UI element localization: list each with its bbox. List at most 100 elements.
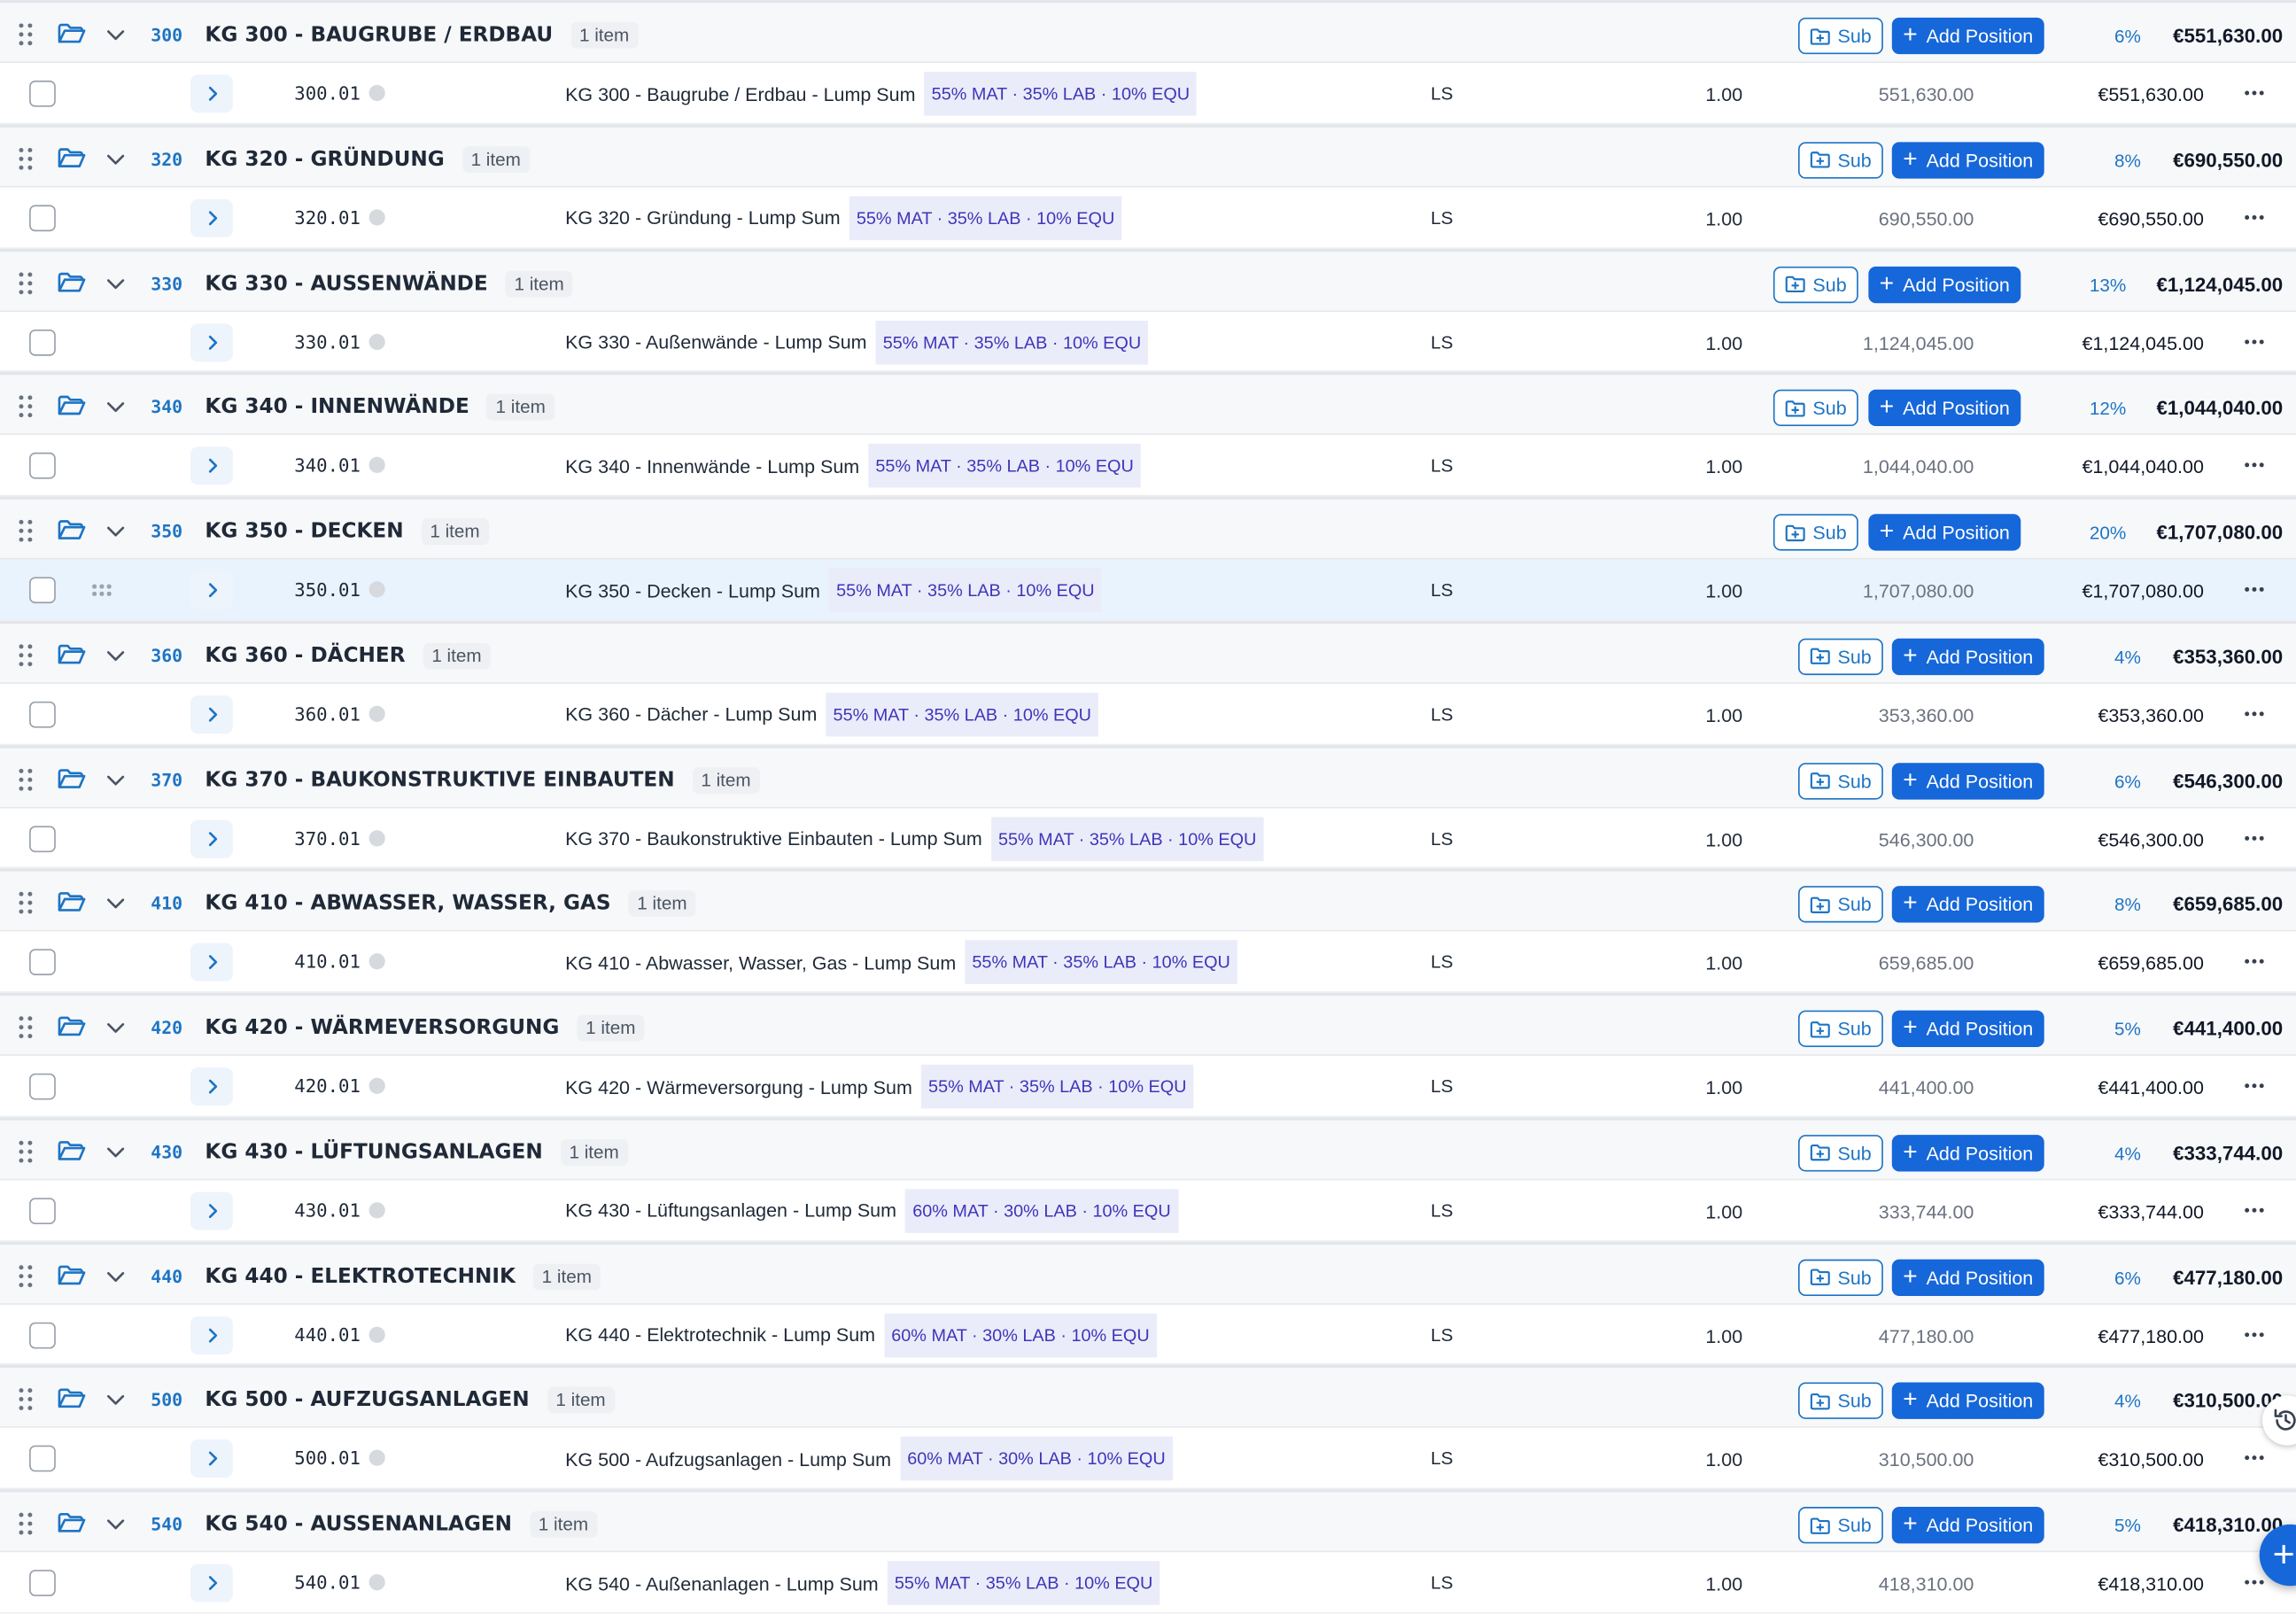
chevron-down-icon[interactable]: [105, 1390, 126, 1408]
drag-handle-icon[interactable]: [16, 1015, 36, 1039]
drag-handle-icon[interactable]: [16, 394, 36, 418]
more-horizontal-icon[interactable]: [2240, 826, 2267, 849]
chevron-down-icon[interactable]: [105, 149, 126, 167]
add-position-button[interactable]: + Add Position: [1891, 1134, 2044, 1172]
drag-handle-icon[interactable]: [16, 1511, 36, 1535]
more-horizontal-icon[interactable]: [2240, 701, 2267, 724]
add-position-button[interactable]: + Add Position: [1891, 1507, 2044, 1544]
chevron-down-icon[interactable]: [105, 646, 126, 663]
row-checkbox[interactable]: [29, 701, 56, 728]
more-horizontal-icon[interactable]: [2240, 950, 2267, 973]
more-horizontal-icon[interactable]: [2240, 453, 2267, 476]
row-checkbox[interactable]: [29, 949, 56, 976]
add-position-button[interactable]: + Add Position: [1868, 390, 2021, 427]
position-row[interactable]: 430.01 KG 430 - Lüftungsanlagen - Lump S…: [0, 1179, 2296, 1242]
chevron-down-icon[interactable]: [105, 1266, 126, 1284]
add-sub-group-button[interactable]: Sub: [1798, 1258, 1883, 1296]
row-checkbox[interactable]: [29, 453, 56, 479]
more-horizontal-icon[interactable]: [2240, 1446, 2267, 1469]
drag-handle-icon[interactable]: [16, 1139, 36, 1163]
expand-position-button[interactable]: [190, 570, 233, 609]
row-checkbox[interactable]: [29, 1446, 56, 1472]
row-checkbox[interactable]: [29, 577, 56, 604]
add-sub-group-button[interactable]: Sub: [1798, 141, 1883, 179]
drag-handle-icon[interactable]: [16, 890, 36, 914]
add-position-button[interactable]: + Add Position: [1891, 638, 2044, 675]
add-sub-group-button[interactable]: Sub: [1798, 17, 1883, 55]
add-position-button[interactable]: + Add Position: [1868, 266, 2021, 303]
add-sub-group-button[interactable]: Sub: [1772, 390, 1858, 427]
row-checkbox[interactable]: [29, 1197, 56, 1224]
drag-handle-icon[interactable]: [16, 642, 36, 666]
drag-handle-icon[interactable]: [16, 270, 36, 294]
position-row[interactable]: 330.01 KG 330 - Außenwände - Lump Sum 55…: [0, 311, 2296, 373]
chevron-down-icon[interactable]: [105, 522, 126, 539]
more-horizontal-icon[interactable]: [2240, 1322, 2267, 1345]
add-sub-group-button[interactable]: Sub: [1798, 1010, 1883, 1047]
expand-position-button[interactable]: [190, 694, 233, 733]
position-row[interactable]: 370.01 KG 370 - Baukonstruktive Einbaute…: [0, 807, 2296, 869]
folder-open-icon[interactable]: [57, 270, 86, 293]
drag-handle-icon[interactable]: [16, 518, 36, 542]
add-position-button[interactable]: + Add Position: [1891, 1010, 2044, 1047]
add-sub-group-button[interactable]: Sub: [1798, 638, 1883, 675]
expand-position-button[interactable]: [190, 1564, 233, 1602]
expand-position-button[interactable]: [190, 819, 233, 857]
expand-position-button[interactable]: [190, 1067, 233, 1106]
folder-open-icon[interactable]: [57, 518, 86, 541]
add-position-button[interactable]: + Add Position: [1891, 762, 2044, 799]
add-sub-group-button[interactable]: Sub: [1798, 886, 1883, 923]
add-position-button[interactable]: + Add Position: [1891, 1258, 2044, 1296]
expand-position-button[interactable]: [190, 1439, 233, 1478]
add-position-button[interactable]: + Add Position: [1891, 141, 2044, 179]
chevron-down-icon[interactable]: [105, 1142, 126, 1160]
folder-open-icon[interactable]: [57, 1015, 86, 1038]
add-sub-group-button[interactable]: Sub: [1772, 266, 1858, 303]
drag-handle-icon[interactable]: [16, 1387, 36, 1411]
position-row[interactable]: 440.01 KG 440 - Elektrotechnik - Lump Su…: [0, 1304, 2296, 1366]
position-row[interactable]: 500.01 KG 500 - Aufzugsanlagen - Lump Su…: [0, 1428, 2296, 1490]
position-row[interactable]: 300.01 KG 300 - Baugrube / Erdbau - Lump…: [0, 63, 2296, 125]
folder-open-icon[interactable]: [57, 766, 86, 789]
folder-open-icon[interactable]: [57, 146, 86, 169]
folder-open-icon[interactable]: [57, 890, 86, 913]
more-horizontal-icon[interactable]: [2240, 329, 2267, 352]
row-checkbox[interactable]: [29, 80, 56, 107]
more-horizontal-icon[interactable]: [2240, 577, 2267, 600]
position-row[interactable]: 410.01 KG 410 - Abwasser, Wasser, Gas - …: [0, 931, 2296, 993]
add-sub-group-button[interactable]: Sub: [1772, 514, 1858, 551]
row-checkbox[interactable]: [29, 205, 56, 231]
position-row[interactable]: 360.01 KG 360 - Dächer - Lump Sum 55% MA…: [0, 683, 2296, 745]
position-row[interactable]: 320.01 KG 320 - Gründung - Lump Sum 55% …: [0, 187, 2296, 249]
expand-position-button[interactable]: [190, 198, 233, 237]
expand-position-button[interactable]: [190, 322, 233, 361]
folder-open-icon[interactable]: [57, 1511, 86, 1534]
add-position-button[interactable]: + Add Position: [1868, 514, 2021, 551]
drag-handle-icon[interactable]: [16, 766, 36, 790]
add-position-button[interactable]: + Add Position: [1891, 886, 2044, 923]
drag-handle-icon[interactable]: [16, 22, 36, 46]
add-sub-group-button[interactable]: Sub: [1798, 1507, 1883, 1544]
position-row[interactable]: 540.01 KG 540 - Außenanlagen - Lump Sum …: [0, 1552, 2296, 1614]
add-sub-group-button[interactable]: Sub: [1798, 1382, 1883, 1420]
row-checkbox[interactable]: [29, 1570, 56, 1596]
chevron-down-icon[interactable]: [105, 1514, 126, 1532]
drag-handle-icon[interactable]: [16, 1263, 36, 1287]
more-horizontal-icon[interactable]: [2240, 1198, 2267, 1221]
more-horizontal-icon[interactable]: [2240, 1570, 2267, 1593]
folder-open-icon[interactable]: [57, 1139, 86, 1162]
position-row[interactable]: 340.01 KG 340 - Innenwände - Lump Sum 55…: [0, 435, 2296, 497]
more-horizontal-icon[interactable]: [2240, 81, 2267, 104]
position-row[interactable]: 350.01 KG 350 - Decken - Lump Sum 55% MA…: [0, 559, 2296, 621]
expand-position-button[interactable]: [190, 446, 233, 485]
chevron-down-icon[interactable]: [105, 397, 126, 415]
chevron-down-icon[interactable]: [105, 894, 126, 912]
folder-open-icon[interactable]: [57, 642, 86, 665]
position-row[interactable]: 420.01 KG 420 - Wärmeversorgung - Lump S…: [0, 1055, 2296, 1117]
row-checkbox[interactable]: [29, 1073, 56, 1100]
row-checkbox[interactable]: [29, 1321, 56, 1348]
expand-position-button[interactable]: [190, 943, 233, 982]
add-sub-group-button[interactable]: Sub: [1798, 762, 1883, 799]
expand-position-button[interactable]: [190, 74, 233, 113]
more-horizontal-icon[interactable]: [2240, 1074, 2267, 1097]
